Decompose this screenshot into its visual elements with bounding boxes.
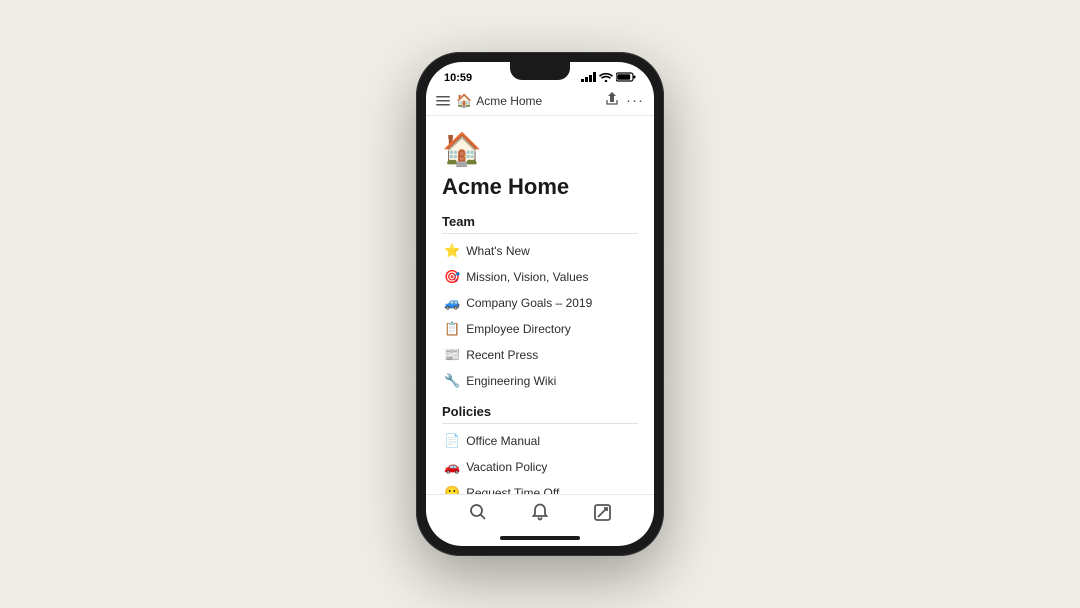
signal-icon <box>581 72 596 84</box>
item-emoji: 📋 <box>444 321 460 337</box>
home-indicator <box>426 530 654 546</box>
phone-frame: 10:59 <box>416 52 664 556</box>
list-item[interactable]: 🚗 Vacation Policy <box>442 454 638 480</box>
list-item[interactable]: 📄 Office Manual <box>442 428 638 454</box>
item-emoji: 🎯 <box>444 269 460 285</box>
section-header-team: Team <box>442 214 638 234</box>
more-button[interactable]: ··· <box>626 92 644 109</box>
item-label: Employee Directory <box>466 322 571 336</box>
list-item[interactable]: 🔧 Engineering Wiki <box>442 368 638 394</box>
page-emoji: 🏠 <box>442 130 638 168</box>
item-label: Vacation Policy <box>466 460 547 474</box>
list-item[interactable]: 📰 Recent Press <box>442 342 638 368</box>
nav-title: Acme Home <box>476 94 542 108</box>
item-emoji: 🔧 <box>444 373 460 389</box>
page-content: 🏠 Acme Home Team ⭐ What's New 🎯 Mission,… <box>426 116 654 494</box>
status-icons <box>581 72 636 84</box>
tab-bar <box>426 494 654 530</box>
nav-bar: 🏠 Acme Home ··· <box>426 88 654 116</box>
battery-icon <box>616 72 636 84</box>
item-label: What's New <box>466 244 530 258</box>
nav-page-emoji: 🏠 <box>456 93 472 109</box>
search-tab[interactable] <box>469 503 487 526</box>
status-time: 10:59 <box>444 72 472 84</box>
list-item[interactable]: 🙂 Request Time Off <box>442 480 638 494</box>
section-items-policies: 📄 Office Manual 🚗 Vacation Policy 🙂 Requ… <box>442 426 638 494</box>
item-emoji: 🚗 <box>444 459 460 475</box>
status-bar: 10:59 <box>426 62 654 88</box>
phone-screen: 10:59 <box>426 62 654 546</box>
list-item[interactable]: 🎯 Mission, Vision, Values <box>442 264 638 290</box>
item-emoji: 📄 <box>444 433 460 449</box>
page-title: Acme Home <box>442 174 638 200</box>
item-label: Recent Press <box>466 348 538 362</box>
bell-tab[interactable] <box>532 503 548 526</box>
item-label: Mission, Vision, Values <box>466 270 588 284</box>
nav-actions: ··· <box>606 92 644 109</box>
item-label: Office Manual <box>466 434 540 448</box>
section-items-team: ⭐ What's New 🎯 Mission, Vision, Values 🚙… <box>442 236 638 404</box>
item-emoji: 🚙 <box>444 295 460 311</box>
item-emoji: 🙂 <box>444 485 460 494</box>
nav-title-area: 🏠 Acme Home <box>456 93 600 109</box>
item-emoji: 📰 <box>444 347 460 363</box>
section-header-policies: Policies <box>442 404 638 424</box>
list-item[interactable]: ⭐ What's New <box>442 238 638 264</box>
share-button[interactable] <box>606 92 618 109</box>
list-item[interactable]: 🚙 Company Goals – 2019 <box>442 290 638 316</box>
item-label: Company Goals – 2019 <box>466 296 592 310</box>
list-item[interactable]: 📋 Employee Directory <box>442 316 638 342</box>
wifi-icon <box>599 72 613 84</box>
item-emoji: ⭐ <box>444 243 460 259</box>
item-label: Request Time Off <box>466 486 559 494</box>
item-label: Engineering Wiki <box>466 374 556 388</box>
home-bar <box>500 536 580 540</box>
menu-icon[interactable] <box>436 93 450 109</box>
compose-tab[interactable] <box>594 504 611 526</box>
